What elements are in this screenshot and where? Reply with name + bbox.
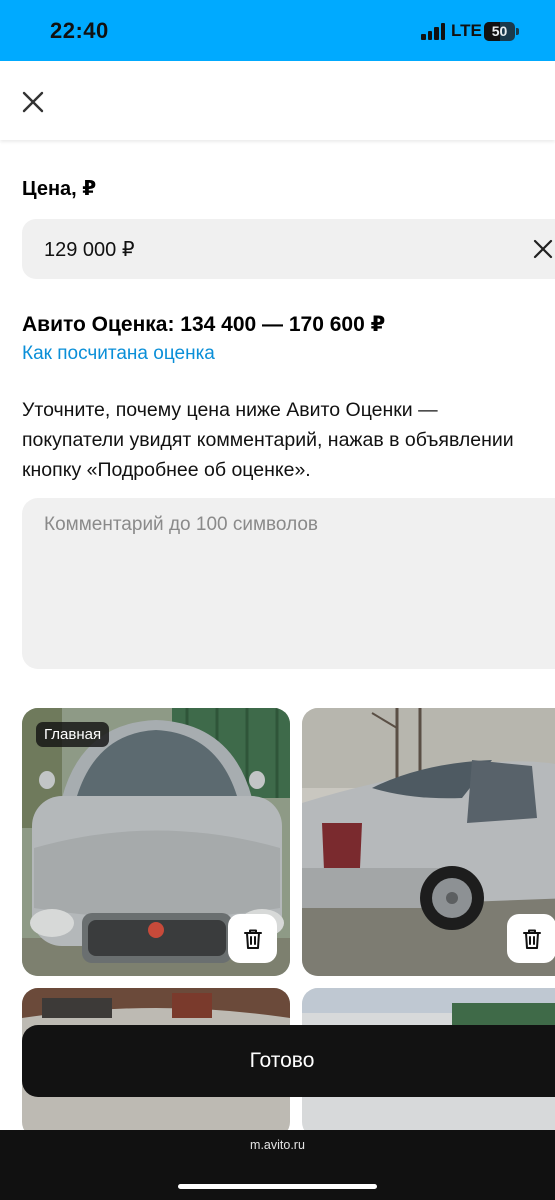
close-icon [22,91,44,113]
hint-line: Уточните, почему цена ниже Авито Оценки … [22,399,438,421]
done-button[interactable]: Готово [22,1025,555,1097]
status-time: 22:40 [50,18,109,43]
price-input[interactable]: 129 000 ₽ [22,219,555,279]
price-value[interactable]: 129 000 ₽ [44,237,135,262]
signal-icon [421,23,446,40]
delete-photo-button[interactable] [507,914,555,963]
trash-icon [522,929,541,949]
photo-item[interactable] [302,708,555,976]
price-hint: Уточните, почему цена ниже Авито Оценки … [22,395,555,485]
main-photo-badge: Главная [36,722,110,747]
browser-url[interactable]: m.avito.ru [0,1138,555,1152]
estimate-info-link[interactable]: Как посчитана оценка [22,343,215,365]
photo-main[interactable]: Главная [22,708,290,976]
browser-bar: m.avito.ru [0,1130,555,1200]
trash-icon [243,929,262,949]
price-label: Цена, ₽ [22,178,97,200]
hint-line: кнопку «Подробнее об оценке». [22,459,311,481]
top-bar [0,61,555,140]
status-bar: 22:40 LTE 50 [0,0,555,61]
battery-level: 50 [491,23,508,39]
home-indicator[interactable] [178,1184,377,1189]
close-icon [533,239,553,259]
delete-photo-button[interactable] [228,914,277,963]
hint-line: покупатели увидят комментарий, нажав в о… [22,429,514,451]
network-type: LTE [451,21,482,40]
comment-field[interactable] [22,498,555,669]
close-button[interactable] [16,85,50,119]
battery-icon: 50 [484,22,519,41]
clear-price-button[interactable] [530,236,555,262]
estimate-title: Авито Оценка: 134 400 — 170 600 ₽ [22,313,386,336]
